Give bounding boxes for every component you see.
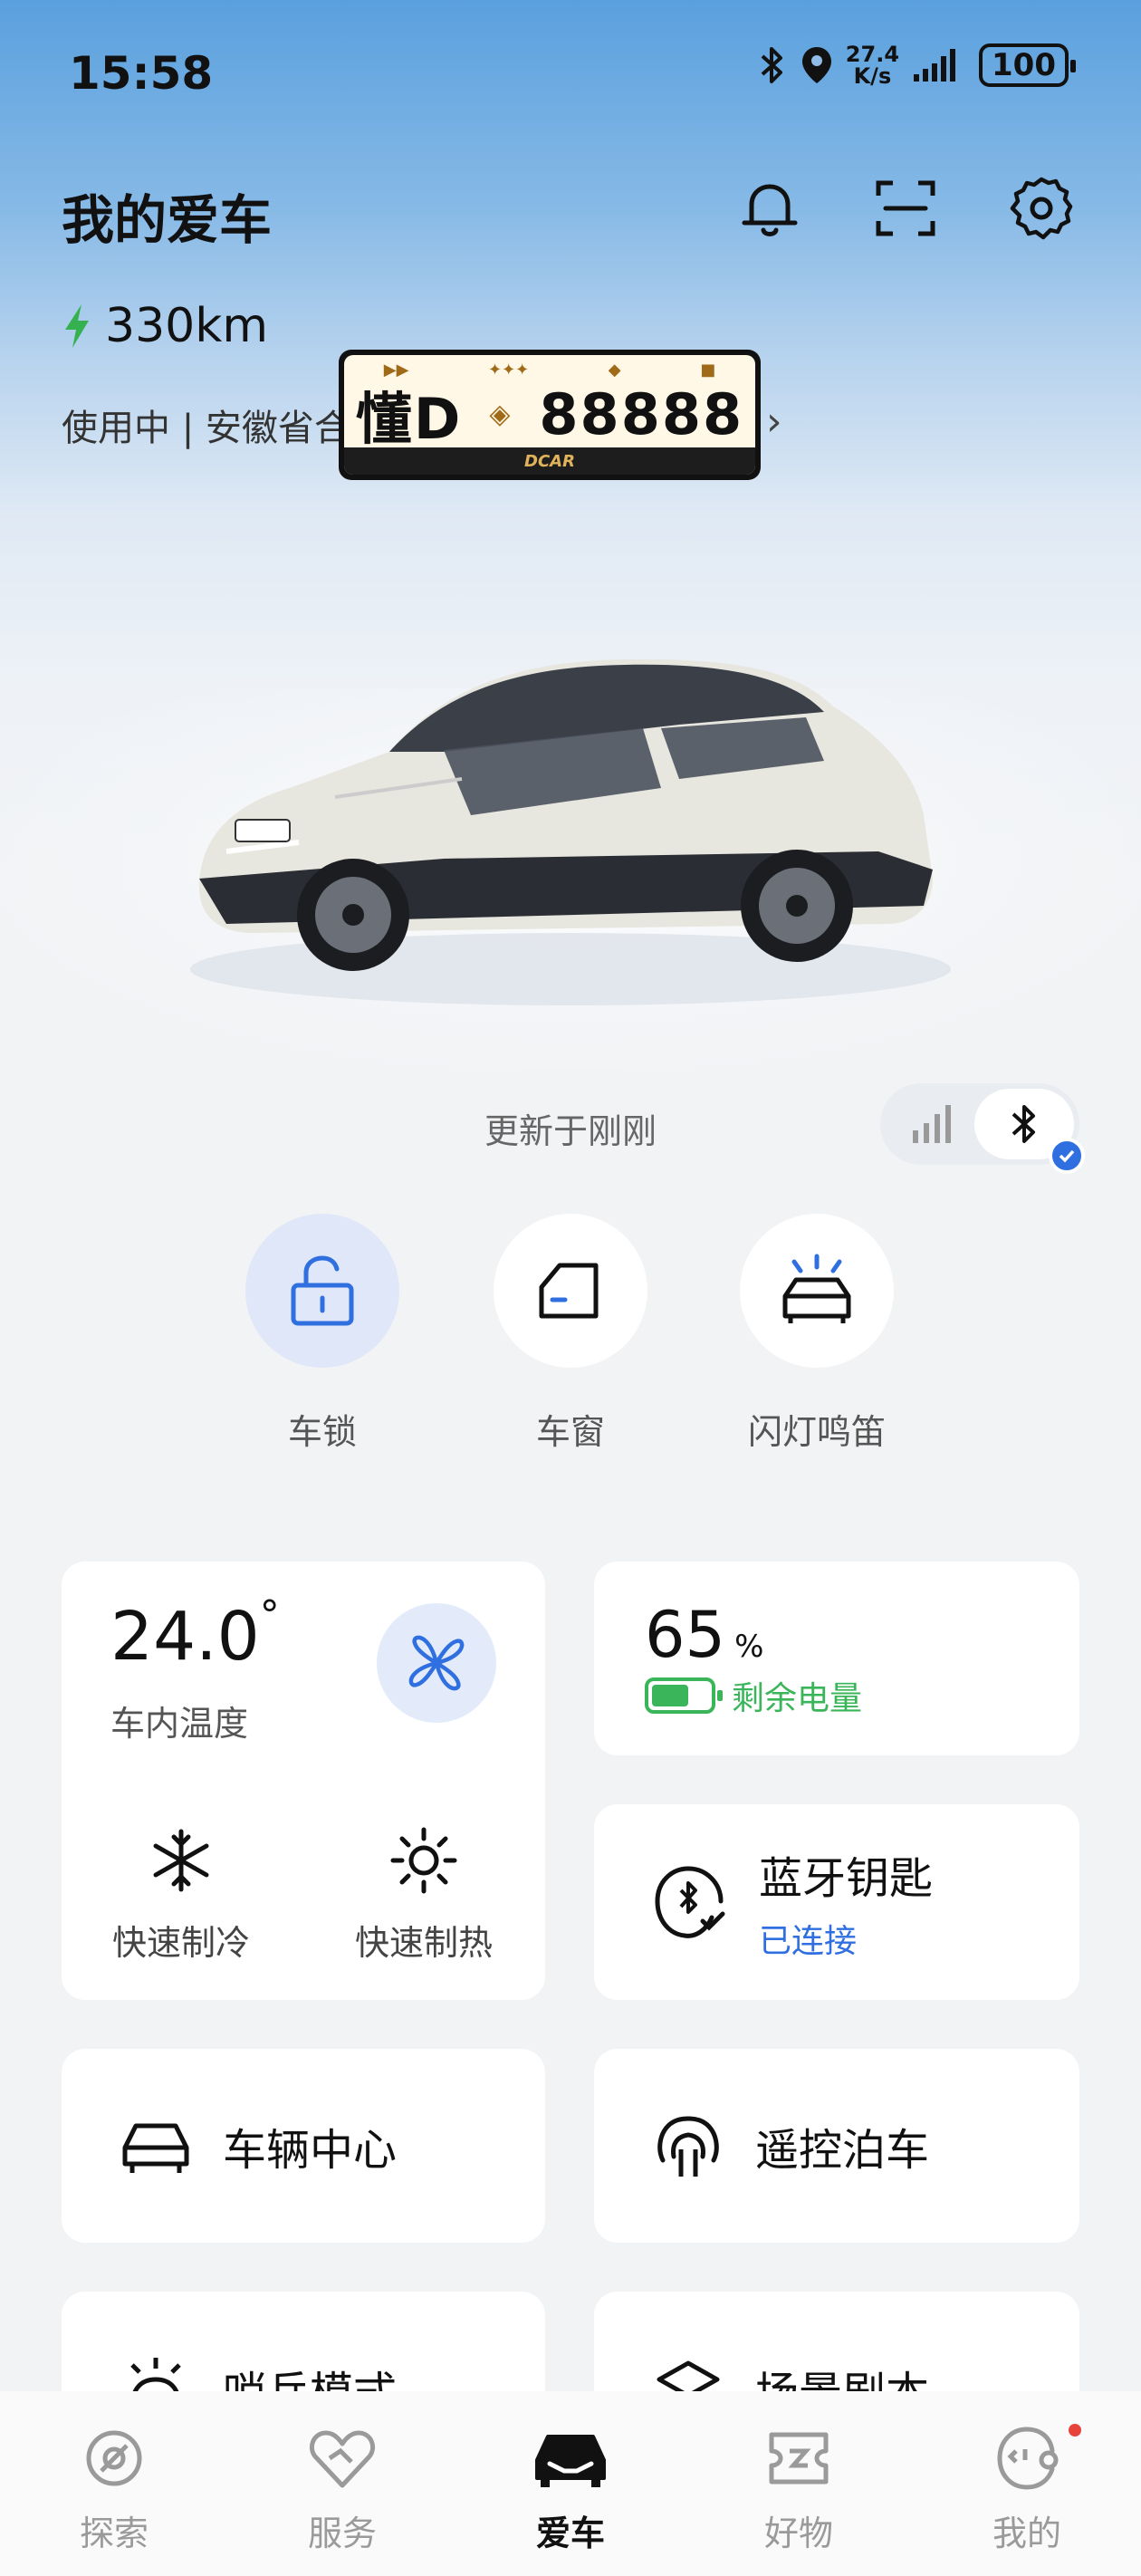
cellular-signal-icon[interactable]	[911, 1103, 956, 1145]
signal-icon	[914, 49, 956, 82]
battery-fill	[652, 1685, 689, 1706]
plate-deco-icon: ◆	[608, 360, 621, 380]
quick-action-label: 车锁	[287, 1412, 357, 1452]
tab-label: 好物	[763, 2514, 833, 2553]
network-speed: 27.4 K/s	[846, 43, 899, 87]
car-icon	[535, 2435, 606, 2487]
vehicle-center-title: 车辆中心	[223, 2125, 398, 2176]
scan-icon[interactable]	[869, 172, 942, 245]
car-window-icon	[539, 1263, 599, 1319]
explore-icon	[86, 2430, 142, 2486]
tab-profile[interactable]: 我的	[913, 2391, 1141, 2576]
connected-check-icon	[1049, 1138, 1085, 1174]
quick-cool-button[interactable]: 快速制冷	[91, 1824, 272, 1965]
flash-horn-icon	[782, 1254, 851, 1323]
remote-parking-content: 遥控泊车	[652, 2049, 929, 2243]
quick-action-lock[interactable]: 车锁	[232, 1214, 413, 1454]
bluetooth-key-status: 已连接	[759, 1923, 858, 1960]
settings-gear-icon[interactable]	[1005, 172, 1078, 245]
header-actions	[734, 172, 1078, 245]
charge-bolt-icon	[65, 304, 89, 348]
tab-car[interactable]: 爱车	[456, 2391, 685, 2576]
bottom-tab-bar: 探索 服务 爱车 好物 我的	[0, 2391, 1141, 2576]
plate-number: 88888	[539, 380, 744, 447]
unlock-icon	[291, 1255, 354, 1326]
page-title: 我的爱车	[62, 189, 273, 251]
bluetooth-key-title: 蓝牙钥匙	[759, 1853, 934, 1904]
remote-parking-card[interactable]: 遥控泊车	[594, 2049, 1079, 2243]
window-button[interactable]	[494, 1214, 647, 1368]
battery-level-unit: %	[734, 1629, 764, 1665]
cabin-temperature-label: 车内温度	[110, 1704, 249, 1744]
profile-icon	[997, 2427, 1059, 2490]
battery-level: 65%	[645, 1598, 763, 1672]
quick-heat-label: 快速制热	[354, 1923, 493, 1963]
fan-button[interactable]	[377, 1603, 496, 1723]
plate-prefix: 懂D	[355, 386, 463, 452]
quick-action-label: 车窗	[535, 1412, 605, 1452]
battery-label: 剩余电量	[732, 1680, 863, 1717]
status-time: 15:58	[69, 47, 214, 100]
goods-icon	[769, 2432, 829, 2485]
degree-symbol: °	[259, 1592, 280, 1639]
sun-icon	[390, 1827, 457, 1894]
notification-bell-icon[interactable]	[734, 172, 806, 245]
notification-dot	[1069, 2424, 1081, 2437]
car-outline-icon	[122, 2123, 189, 2173]
status-bar: 15:58 27.4 K/s 100	[0, 0, 1141, 136]
quick-action-label: 闪灯鸣笛	[747, 1412, 886, 1452]
status-icons: 27.4 K/s 100	[757, 43, 1076, 87]
license-plate-face: ▶▶ ✦✦✦ ◆ ■ 懂D ◈ 88888 DCAR	[344, 355, 755, 475]
license-plate: ▶▶ ✦✦✦ ◆ ■ 懂D ◈ 88888 DCAR	[339, 350, 761, 480]
lock-button[interactable]	[245, 1214, 399, 1368]
vehicle-center-content: 车辆中心	[120, 2049, 397, 2243]
snowflake-icon	[153, 1829, 209, 1892]
bluetooth-status-icon	[761, 47, 782, 83]
tab-label: 我的	[992, 2514, 1061, 2553]
remote-parking-title: 遥控泊车	[755, 2125, 930, 2176]
quick-cool-label: 快速制冷	[111, 1923, 250, 1963]
plate-emblem-icon: ◈	[489, 398, 513, 430]
fan-icon	[408, 1635, 465, 1691]
bluetooth-key-card[interactable]: 蓝牙钥匙 已连接	[594, 1804, 1079, 2000]
quick-action-flash-horn[interactable]: 闪灯鸣笛	[726, 1214, 907, 1454]
climate-card[interactable]: 24.0° 车内温度 快速制冷 快速制热	[62, 1562, 545, 2000]
remote-parking-icon	[657, 2116, 719, 2177]
battery-gauge-icon	[645, 1677, 723, 1714]
location-icon	[801, 47, 831, 83]
bluetooth-key-content: 蓝牙钥匙 已连接	[652, 1804, 933, 2000]
range-indicator: 330km	[62, 299, 268, 353]
range-value: 330km	[105, 299, 269, 353]
car-image	[190, 658, 951, 1005]
tab-explore[interactable]: 探索	[0, 2391, 228, 2576]
quick-action-window[interactable]: 车窗	[480, 1214, 661, 1454]
bluetooth-icon	[1012, 1105, 1035, 1143]
network-speed-unit: K/s	[853, 63, 892, 89]
quick-heat-button[interactable]: 快速制热	[333, 1824, 514, 1965]
cabin-temperature: 24.0°	[110, 1592, 280, 1676]
tab-label: 探索	[79, 2514, 149, 2553]
battery-level-value: 65	[645, 1598, 726, 1672]
tab-goods[interactable]: 好物	[685, 2391, 913, 2576]
battery-status: 100	[979, 43, 1076, 87]
tab-service[interactable]: 服务	[228, 2391, 456, 2576]
service-icon	[310, 2430, 375, 2488]
bluetooth-key-icon	[655, 1866, 725, 1938]
car-status-line[interactable]: 使用中 | 安徽省合	[62, 399, 350, 451]
tab-label: 爱车	[535, 2514, 605, 2553]
chevron-right-icon[interactable]: ›	[766, 399, 782, 445]
network-speed-value: 27.4	[845, 42, 900, 67]
vehicle-center-card[interactable]: 车辆中心	[62, 2049, 545, 2243]
plate-text: 懂D ◈ 88888	[344, 380, 755, 453]
temperature-number: 24.0	[110, 1598, 260, 1676]
plate-footer: DCAR	[344, 447, 755, 475]
plate-deco-icon: ✦✦✦	[488, 360, 530, 380]
bluetooth-key-text: 蓝牙钥匙 已连接	[759, 1842, 933, 1962]
flash-horn-button[interactable]	[740, 1214, 894, 1368]
battery-card[interactable]: 65% 剩余电量	[594, 1562, 1079, 1755]
battery-row: 剩余电量	[645, 1672, 862, 1719]
plate-deco-icon: ■	[700, 360, 716, 380]
tab-label: 服务	[307, 2514, 377, 2553]
connection-toggle[interactable]	[880, 1083, 1085, 1174]
